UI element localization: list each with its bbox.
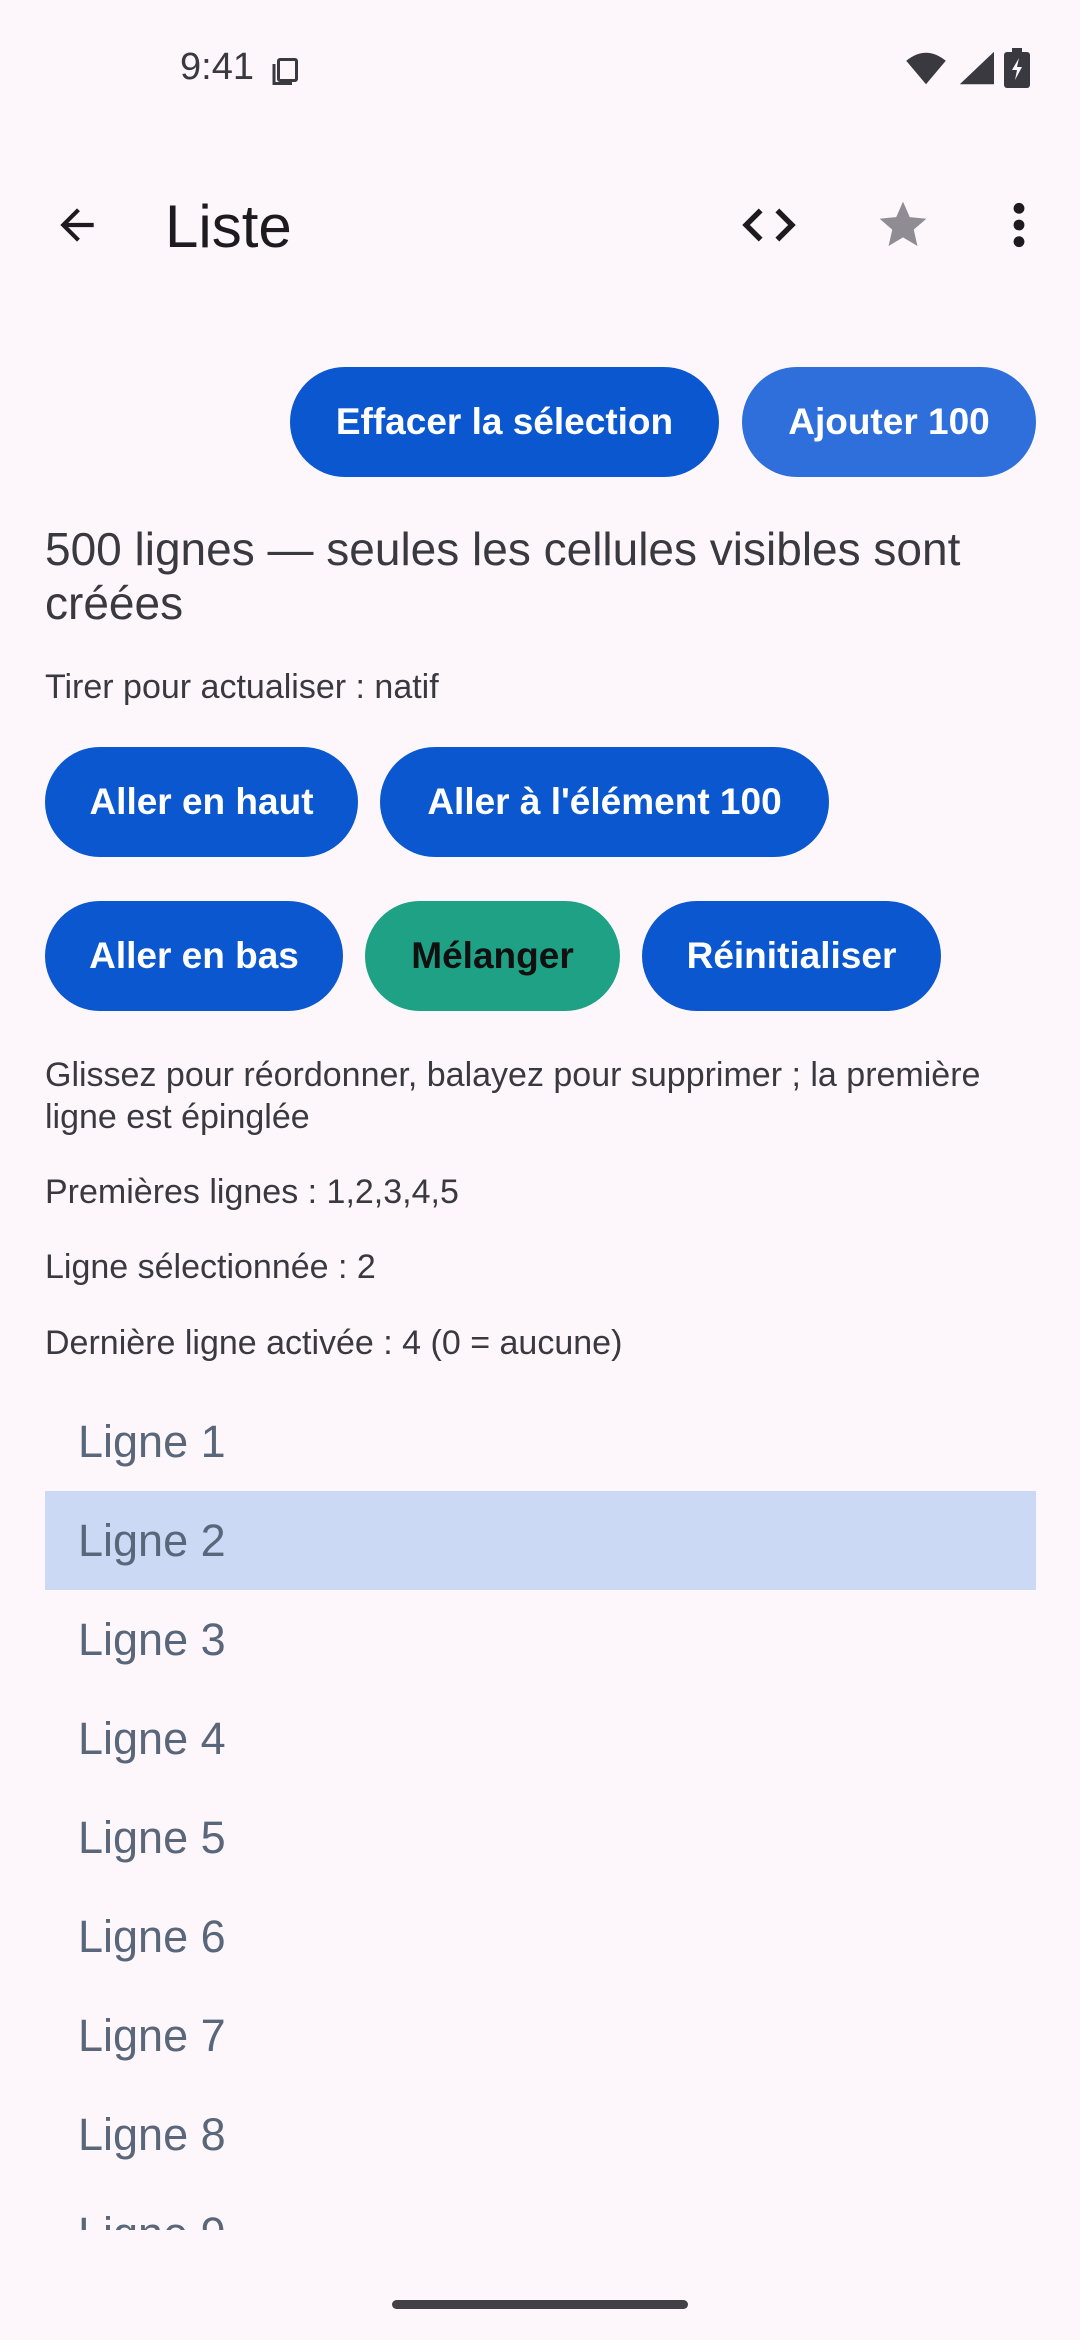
sim-card-icon bbox=[272, 58, 298, 85]
signal-icon bbox=[959, 51, 994, 85]
go-bottom-button[interactable]: Aller en bas bbox=[45, 901, 343, 1011]
add-100-button[interactable]: Ajouter 100 bbox=[742, 367, 1036, 477]
back-button[interactable] bbox=[36, 184, 118, 266]
row-list[interactable]: Ligne 1 Ligne 2 Ligne 3 Ligne 4 Ligne 5 Ligne… bbox=[45, 1392, 1036, 2230]
pull-to-refresh-label: Tirer pour actualiser : natif bbox=[45, 668, 439, 706]
list-item[interactable]: Ligne 7 bbox=[45, 1986, 1036, 2085]
go-top-button[interactable]: Aller en haut bbox=[45, 747, 358, 857]
reset-button[interactable]: Réinitialiser bbox=[642, 901, 941, 1011]
list-item[interactable]: Ligne 3 bbox=[45, 1590, 1036, 1689]
status-icons bbox=[904, 48, 1030, 88]
code-icon bbox=[742, 208, 796, 242]
clear-selection-button[interactable]: Effacer la sélection bbox=[290, 367, 719, 477]
list-item[interactable]: Ligne 5 bbox=[45, 1788, 1036, 1887]
star-icon bbox=[879, 201, 927, 246]
selected-row-text: Ligne sélectionnée : 2 bbox=[45, 1248, 376, 1286]
screen: 9:41 Liste Effacer la sélection Ajouter … bbox=[0, 0, 1080, 2340]
list-item[interactable]: Ligne 8 bbox=[45, 2085, 1036, 2184]
list-headline: 500 lignes — seules les cellules visible… bbox=[45, 523, 961, 629]
arrow-back-icon bbox=[60, 208, 94, 242]
page-title: Liste bbox=[165, 193, 292, 260]
more-options-button[interactable] bbox=[978, 184, 1060, 266]
code-button[interactable] bbox=[728, 184, 810, 266]
status-bar: 9:41 bbox=[0, 0, 1080, 140]
last-activated-text: Dernière ligne activée : 4 (0 = aucune) bbox=[45, 1324, 623, 1362]
app-bar: Liste bbox=[0, 170, 1080, 280]
list-item[interactable]: Ligne 1 bbox=[45, 1392, 1036, 1491]
list-item[interactable]: Ligne 9 bbox=[45, 2184, 1036, 2231]
battery-icon bbox=[1004, 48, 1030, 88]
shuffle-button[interactable]: Mélanger bbox=[365, 901, 620, 1011]
first-rows-text: Premières lignes : 1,2,3,4,5 bbox=[45, 1173, 459, 1211]
go-item-100-button[interactable]: Aller à l'élément 100 bbox=[380, 747, 829, 857]
list-item[interactable]: Ligne 6 bbox=[45, 1887, 1036, 1986]
favorite-button[interactable] bbox=[862, 184, 944, 266]
more-vert-icon bbox=[1013, 202, 1025, 248]
instructions-text: Glissez pour réordonner, balayez pour su… bbox=[45, 1056, 981, 1136]
list-item[interactable]: Ligne 2 bbox=[45, 1491, 1036, 1590]
wifi-icon bbox=[906, 52, 946, 85]
home-indicator[interactable] bbox=[392, 2300, 688, 2309]
status-time: 9:41 bbox=[180, 46, 254, 88]
list-item[interactable]: Ligne 4 bbox=[45, 1689, 1036, 1788]
